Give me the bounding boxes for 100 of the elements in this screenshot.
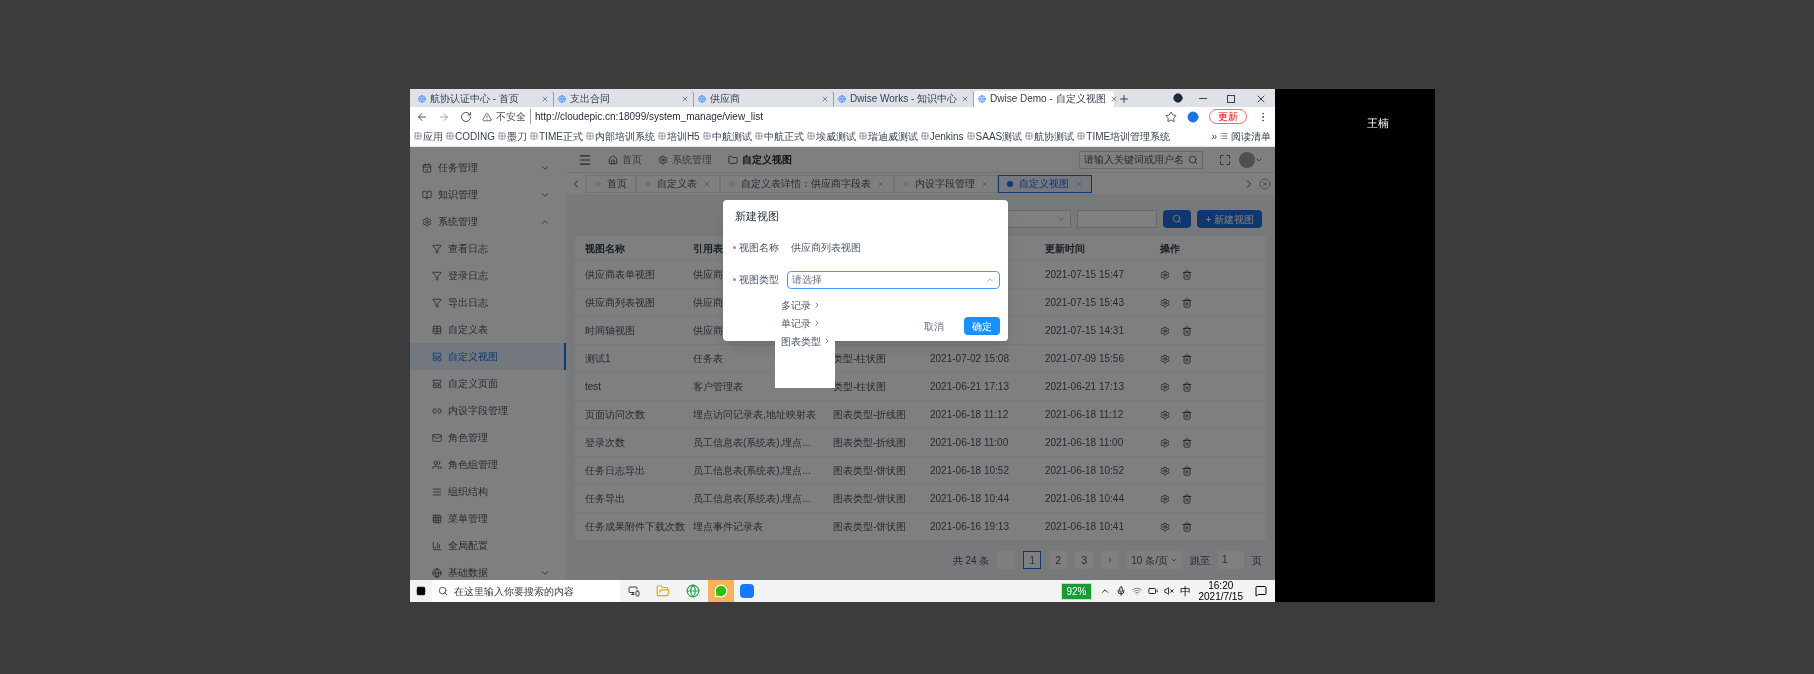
clock[interactable]: 16:20 2021/7/15 (1198, 580, 1243, 602)
browser-icon[interactable] (686, 584, 700, 598)
reading-list-link[interactable]: 阅读清单 (1231, 128, 1271, 144)
page-button[interactable]: 1 (1023, 551, 1042, 569)
new-tab-icon[interactable] (1118, 93, 1130, 105)
address-bar[interactable]: 不安全 http://cloudepic.cn:18099/system_manage/view_list (482, 109, 1155, 124)
bookmark-link[interactable]: 中航正式 (763, 128, 804, 144)
bookmark-star-icon[interactable] (1165, 110, 1177, 123)
settings-icon[interactable] (1160, 297, 1170, 308)
breadcrumb-item[interactable]: 系统管理 (672, 152, 712, 168)
close-tab-icon[interactable] (821, 95, 829, 103)
sidebar-item[interactable]: 任务管理 (410, 154, 566, 181)
sidebar-subitem[interactable]: 角色组管理 (410, 451, 566, 478)
settings-icon[interactable] (1160, 353, 1170, 364)
delete-icon[interactable] (1182, 269, 1192, 280)
delete-icon[interactable] (1182, 325, 1192, 336)
bookmark-link[interactable]: 中航测试 (711, 128, 752, 144)
settings-icon[interactable] (1160, 381, 1170, 392)
view-type-select[interactable]: 请选择 (787, 270, 1000, 289)
view-name-value[interactable]: 供应商列表视图 (787, 240, 865, 255)
close-icon[interactable] (877, 179, 885, 188)
sidebar-subitem[interactable]: 内设字段管理 (410, 397, 566, 424)
page-tab[interactable]: 自定义表 (636, 174, 720, 193)
breadcrumb-item[interactable]: 首页 (622, 152, 642, 168)
delete-icon[interactable] (1182, 297, 1192, 308)
extension-icon[interactable] (1187, 110, 1199, 123)
notification-icon[interactable] (1255, 585, 1267, 597)
settings-icon[interactable] (1160, 521, 1170, 532)
delete-icon[interactable] (1182, 409, 1192, 420)
sidebar-item[interactable]: 系统管理 (410, 208, 566, 235)
bookmark-link[interactable]: 墨刀 (507, 128, 527, 144)
sidebar-subitem[interactable]: 登录日志 (410, 262, 566, 289)
reload-icon[interactable] (460, 110, 472, 123)
page-button[interactable]: 2 (1049, 551, 1068, 569)
delete-icon[interactable] (1182, 437, 1192, 448)
page-tab[interactable]: 自定义表详情：供应商字段表 (720, 174, 894, 193)
sidebar-subitem[interactable]: 组织结构 (410, 478, 566, 505)
forward-icon[interactable] (438, 110, 450, 123)
page-size-select[interactable]: 10 条/页 (1127, 551, 1182, 569)
more-bookmarks[interactable]: » (1211, 128, 1217, 144)
bookmark-link[interactable]: SAAS测试 (975, 128, 1023, 144)
sidebar-subitem[interactable]: 全局配置 (410, 532, 566, 559)
bookmark-link[interactable]: 培训H5 (666, 128, 700, 144)
microphone-icon[interactable] (1115, 586, 1126, 596)
bookmark-link[interactable]: 航协测试 (1034, 128, 1075, 144)
bookmark-link[interactable]: 瑞迪威测试 (867, 128, 918, 144)
delete-icon[interactable] (1182, 381, 1192, 392)
bookmark-link[interactable]: 内部培训系统 (594, 128, 655, 144)
delete-icon[interactable] (1182, 465, 1192, 476)
bookmark-link[interactable]: TIME培训管理系统 (1086, 128, 1171, 144)
settings-icon[interactable] (1160, 465, 1170, 476)
close-tab-icon[interactable] (681, 95, 689, 103)
sidebar-subitem[interactable]: 导出日志 (410, 289, 566, 316)
search-button[interactable] (1163, 210, 1192, 228)
settings-icon[interactable] (1160, 409, 1170, 420)
sidebar-subitem[interactable]: 基础数据 (410, 559, 566, 580)
close-icon[interactable] (703, 179, 711, 188)
page-tab[interactable]: 内设字段管理 (894, 174, 998, 193)
close-tab-icon[interactable] (541, 95, 549, 103)
back-icon[interactable] (416, 110, 428, 123)
cascader-option[interactable]: 图表类型 (775, 332, 835, 350)
settings-icon[interactable] (1160, 493, 1170, 504)
browser-tab[interactable]: Dwise Demo - 自定义视图 (974, 91, 1114, 107)
page-button[interactable]: 3 (1075, 551, 1094, 569)
new-view-button[interactable]: + 新建视图 (1197, 210, 1262, 228)
page-tab[interactable]: 自定义视图 (998, 174, 1092, 193)
sidebar-subitem[interactable]: 自定义视图 (410, 343, 566, 370)
search-field[interactable]: 请输入关键词或用户名 (1079, 150, 1203, 169)
app-icon[interactable] (740, 584, 754, 598)
close-window-icon[interactable] (1255, 93, 1267, 105)
chat-app-icon[interactable] (708, 580, 734, 602)
restore-icon[interactable] (1227, 95, 1235, 103)
cancel-button[interactable]: 取消 (916, 317, 952, 335)
delete-icon[interactable] (1182, 353, 1192, 364)
close-tab-icon[interactable] (961, 95, 970, 103)
close-all-icon[interactable] (1259, 177, 1271, 190)
close-icon[interactable] (981, 179, 989, 188)
bookmark-link[interactable]: Jenkins (929, 128, 964, 144)
sidebar-subitem[interactable]: 自定义页面 (410, 370, 566, 397)
settings-icon[interactable] (1160, 325, 1170, 336)
folder-icon[interactable] (656, 584, 670, 598)
page-tab[interactable]: 首页 (586, 174, 636, 193)
page-input[interactable]: 1 (1218, 551, 1244, 569)
sidebar-item[interactable]: 知识管理 (410, 181, 566, 208)
settings-icon[interactable] (1160, 437, 1170, 448)
fullscreen-icon[interactable] (1219, 153, 1231, 166)
tray-expand-icon[interactable] (1099, 586, 1110, 596)
wifi-icon[interactable] (1131, 586, 1142, 596)
settings-icon[interactable] (1160, 269, 1170, 280)
delete-icon[interactable] (1182, 521, 1192, 532)
bookmark-link[interactable]: 埃威测试 (815, 128, 856, 144)
delete-icon[interactable] (1182, 493, 1192, 504)
bookmark-link[interactable]: CODING (455, 128, 495, 144)
bookmark-link[interactable]: TIME正式 (539, 128, 583, 144)
sidebar-subitem[interactable]: 自定义表 (410, 316, 566, 343)
avatar[interactable] (1239, 151, 1255, 168)
close-tab-icon[interactable] (1109, 95, 1118, 103)
sidebar-subitem[interactable]: 角色管理 (410, 424, 566, 451)
sidebar-subitem[interactable]: 查看日志 (410, 235, 566, 262)
confirm-button[interactable]: 确定 (964, 317, 1000, 335)
